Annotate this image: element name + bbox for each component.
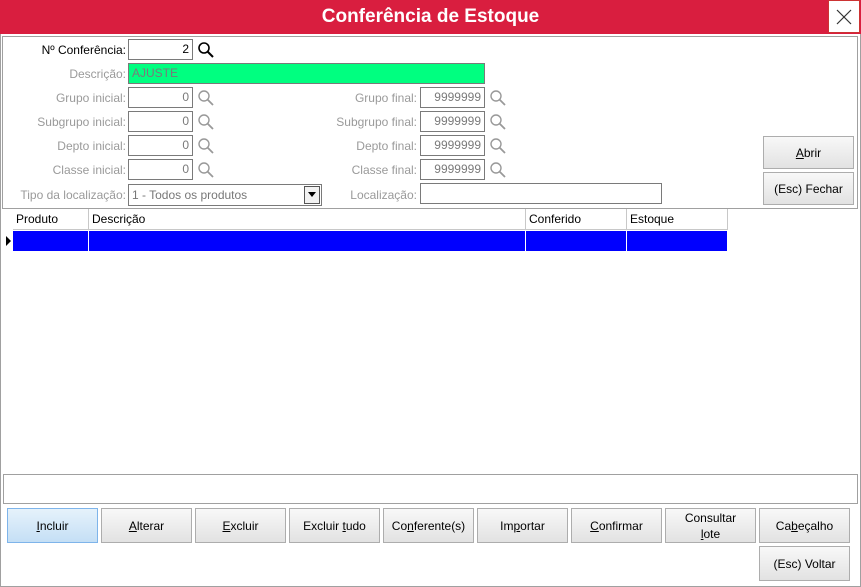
close-icon (836, 9, 852, 24)
column-header-produto[interactable]: Produto (13, 209, 89, 230)
numero-field[interactable]: 2 (128, 39, 193, 60)
search-icon[interactable] (197, 41, 215, 59)
table-row-cell-descricao[interactable] (89, 231, 526, 251)
descricao-field[interactable]: AJUSTE (128, 63, 485, 84)
subgrupo-final-label: Subgrupo final: (336, 115, 417, 129)
fechar-button[interactable]: (Esc) Fechar (763, 172, 854, 205)
abrir-button-label: Abrir (795, 145, 822, 160)
search-icon[interactable] (489, 161, 507, 179)
table-row-cell-estoque[interactable] (627, 231, 728, 251)
search-icon[interactable] (489, 113, 507, 131)
depto-inicial-field[interactable]: 0 (128, 135, 193, 156)
subgrupo-inicial-label: Subgrupo inicial: (37, 115, 126, 129)
voltar-button[interactable]: (Esc) Voltar (759, 546, 850, 581)
column-header-descricao[interactable]: Descrição (89, 209, 526, 230)
tipo-localizacao-label: Tipo da localização: (20, 188, 126, 202)
close-button[interactable] (828, 0, 860, 33)
importar-button[interactable]: Importar (477, 508, 568, 543)
numero-label: Nº Conferência: (41, 43, 126, 57)
classe-final-label: Classe final: (351, 163, 417, 177)
classe-inicial-field[interactable]: 0 (128, 159, 193, 180)
abrir-button[interactable]: Abrir (763, 136, 854, 169)
status-bar (3, 474, 858, 504)
window-title: Conferência de Estoque (321, 6, 540, 27)
cabecalho-button[interactable]: Cabeçalho (759, 508, 850, 543)
table-row-cell-produto[interactable] (13, 231, 89, 251)
incluir-button[interactable]: Incluir (7, 508, 98, 543)
depto-final-field[interactable]: 9999999 (420, 135, 485, 156)
items-grid[interactable]: Produto Descrição Conferido Estoque (2, 209, 858, 474)
conferentes-button[interactable]: Conferente(s) (383, 508, 474, 543)
subgrupo-final-field[interactable]: 9999999 (420, 111, 485, 132)
grupo-inicial-field[interactable]: 0 (128, 87, 193, 108)
grupo-final-field[interactable]: 9999999 (420, 87, 485, 108)
search-icon[interactable] (489, 137, 507, 155)
excluir-button[interactable]: Excluir (195, 508, 286, 543)
excluir-tudo-button[interactable]: Excluir tudo (289, 508, 380, 543)
grupo-inicial-label: Grupo inicial: (55, 91, 126, 105)
table-row-cell-conferido[interactable] (526, 231, 627, 251)
tipo-localizacao-value: 1 - Todos os produtos (132, 188, 248, 202)
alterar-button[interactable]: Alterar (101, 508, 192, 543)
title-bar: Conferência de Estoque (0, 0, 861, 34)
subgrupo-inicial-field[interactable]: 0 (128, 111, 193, 132)
search-icon[interactable] (197, 113, 215, 131)
column-header-estoque[interactable]: Estoque (627, 209, 728, 230)
depto-final-label: Depto final: (356, 139, 417, 153)
grupo-final-label: Grupo final: (354, 91, 417, 105)
search-icon[interactable] (197, 161, 215, 179)
descricao-label: Descrição: (69, 67, 126, 81)
search-icon[interactable] (197, 137, 215, 155)
column-header-conferido[interactable]: Conferido (526, 209, 627, 230)
classe-final-field[interactable]: 9999999 (420, 159, 485, 180)
consultar-lote-button[interactable]: Consultar lote (665, 508, 756, 543)
search-icon[interactable] (489, 89, 507, 107)
confirmar-button[interactable]: Confirmar (571, 508, 662, 543)
localizacao-field[interactable] (420, 183, 662, 204)
classe-inicial-label: Classe inicial: (52, 163, 126, 177)
depto-inicial-label: Depto inicial: (57, 139, 126, 153)
localizacao-label: Localização: (350, 188, 417, 202)
search-icon[interactable] (197, 89, 215, 107)
